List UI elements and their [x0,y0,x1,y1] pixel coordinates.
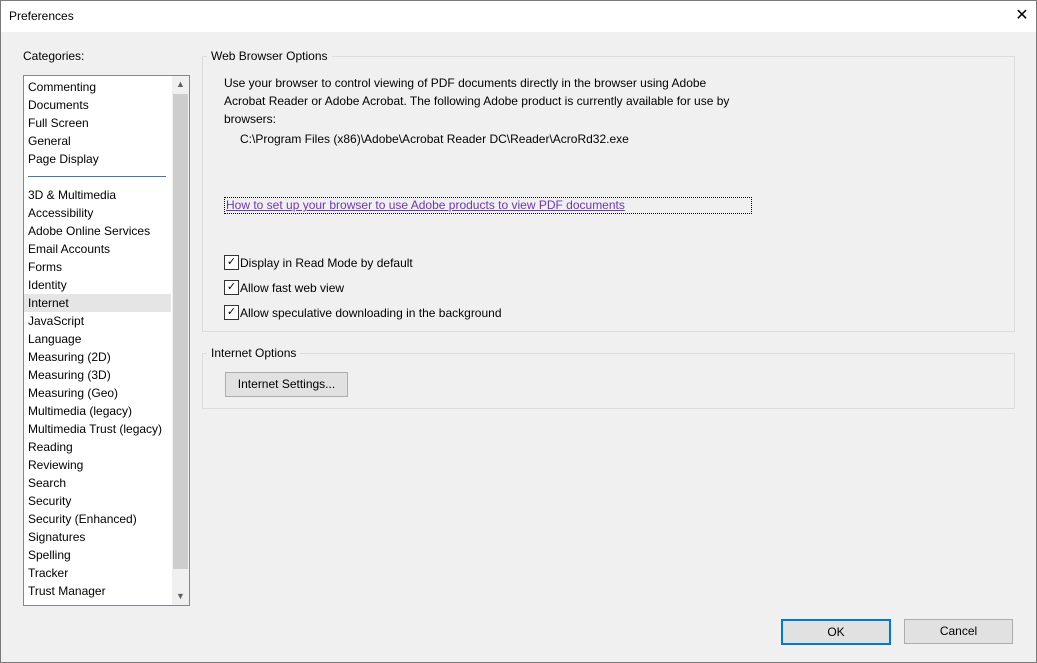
internet-settings-button[interactable]: Internet Settings... [225,372,348,397]
category-item[interactable]: Measuring (3D) [28,366,111,384]
category-item[interactable]: Accessibility [28,204,93,222]
category-item[interactable]: Measuring (2D) [28,348,111,366]
category-item[interactable]: Multimedia Trust (legacy) [28,420,162,438]
categories-scrollbar[interactable]: ▲ ▼ [172,76,189,605]
category-item[interactable]: Adobe Online Services [28,222,150,240]
category-item[interactable]: Search [28,474,66,492]
category-item[interactable]: Measuring (Geo) [28,384,118,402]
read-mode-label[interactable]: Display in Read Mode by default [240,256,413,270]
ok-button[interactable]: OK [781,619,891,645]
category-item[interactable]: Commenting [28,78,96,96]
scroll-up-icon[interactable]: ▲ [172,76,189,93]
read-mode-checkbox[interactable]: ✓ [224,255,239,270]
category-item[interactable]: Page Display [28,150,99,168]
categories-listbox[interactable]: Commenting Documents Full Screen General Pag… [23,75,190,606]
web-browser-options-title: Web Browser Options [207,49,332,63]
category-item[interactable]: Reviewing [28,456,83,474]
category-item[interactable]: JavaScript [28,312,84,330]
category-item[interactable]: Signatures [28,528,85,546]
close-icon[interactable]: ✕ [1011,5,1033,27]
fast-web-view-label[interactable]: Allow fast web view [240,281,344,295]
category-item[interactable]: Multimedia (legacy) [28,402,132,420]
title-bar: Preferences ✕ [1,1,1036,32]
category-item[interactable]: Trust Manager [28,582,106,600]
category-item[interactable]: General [28,132,71,150]
cancel-button[interactable]: Cancel [904,619,1013,644]
speculative-download-checkbox[interactable]: ✓ [224,305,239,320]
category-item[interactable]: Forms [28,258,62,276]
category-item[interactable]: Language [28,330,81,348]
category-item[interactable]: Full Screen [28,114,89,132]
category-item[interactable]: Internet [24,294,171,312]
product-path: C:\Program Files (x86)\Adobe\Acrobat Rea… [240,132,629,146]
category-item[interactable]: Tracker [28,564,68,582]
scroll-down-icon[interactable]: ▼ [172,588,189,605]
category-separator [28,176,166,177]
window-title: Preferences [9,9,74,23]
category-item[interactable]: Documents [28,96,89,114]
category-item[interactable]: Identity [28,276,67,294]
internet-options-title: Internet Options [207,346,301,360]
category-item[interactable]: Reading [28,438,73,456]
scroll-thumb[interactable] [173,94,188,569]
speculative-download-label[interactable]: Allow speculative downloading in the bac… [240,306,502,320]
category-item[interactable]: Security [28,492,71,510]
fast-web-view-checkbox[interactable]: ✓ [224,280,239,295]
category-item[interactable]: Spelling [28,546,71,564]
categories-label: Categories: [23,49,85,63]
browser-description: Use your browser to control viewing of P… [224,76,730,126]
category-item[interactable]: Email Accounts [28,240,110,258]
category-item[interactable]: 3D & Multimedia [28,186,116,204]
browser-help-link[interactable]: How to set up your browser to use Adobe … [224,197,752,214]
category-item[interactable]: Security (Enhanced) [28,510,137,528]
